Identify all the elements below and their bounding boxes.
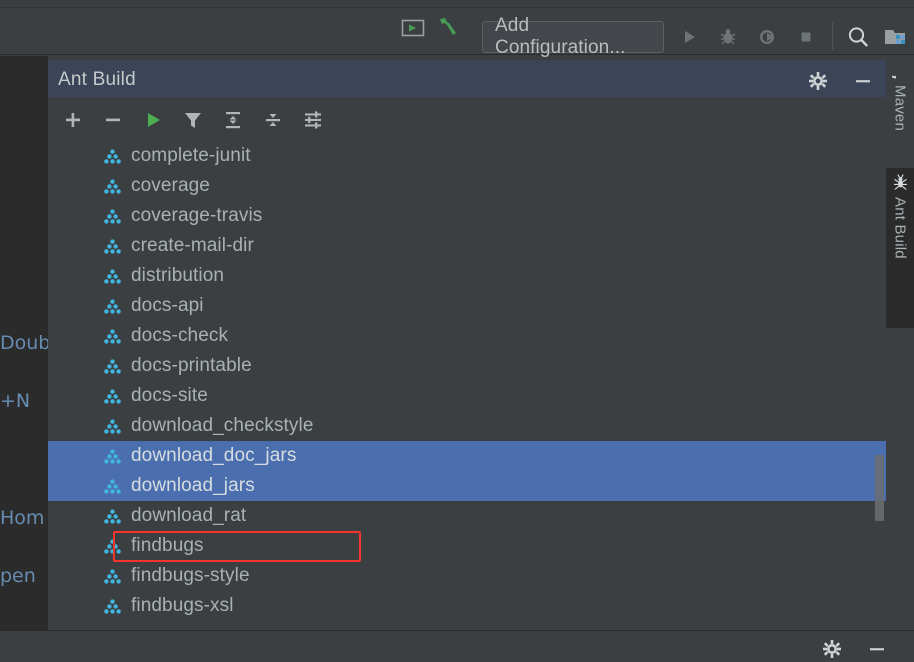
- editor-code-fragment: Hom: [0, 507, 45, 529]
- ant-target-icon: [104, 598, 121, 614]
- ant-target-icon: [104, 358, 121, 374]
- main-toolbar: Add Configuration...: [0, 0, 914, 58]
- ant-target-label: distribution: [131, 265, 225, 286]
- ant-target-icon: [104, 148, 121, 164]
- settings-gear-icon[interactable]: [805, 68, 831, 94]
- editor-code-fragment: Doub: [0, 332, 51, 354]
- maven-icon: m: [892, 75, 901, 79]
- bottom-status-icon-group: [819, 636, 890, 662]
- ant-target-label: complete-junit: [131, 145, 251, 166]
- ant-target-icon: [104, 238, 121, 254]
- hide-panel-icon[interactable]: [864, 636, 890, 662]
- ant-icon: [893, 174, 907, 190]
- ant-target-icon: [104, 568, 121, 584]
- toolbar-run-icon-group: [676, 21, 819, 53]
- editor-left-strip: Doub +N Hom pen: [0, 56, 51, 630]
- scrollbar-thumb[interactable]: [875, 455, 884, 521]
- build-file-properties-button[interactable]: [300, 107, 326, 133]
- add-build-file-button[interactable]: [60, 107, 86, 133]
- ant-target-label: docs-site: [131, 385, 208, 406]
- ant-target-icon: [104, 208, 121, 224]
- ant-target-label: findbugs-xsl: [131, 595, 234, 616]
- panel-title: Ant Build: [58, 69, 136, 90]
- remove-build-file-button[interactable]: [100, 107, 126, 133]
- ant-target-row[interactable]: docs-api: [48, 291, 886, 321]
- ant-target-icon: [104, 448, 121, 464]
- expand-all-button[interactable]: [220, 107, 246, 133]
- filter-targets-button[interactable]: [180, 107, 206, 133]
- ant-target-label: findbugs-style: [131, 565, 250, 586]
- debug-icon[interactable]: [715, 24, 741, 50]
- collapse-all-button[interactable]: [260, 107, 286, 133]
- svg-text:m: m: [892, 75, 901, 79]
- bottom-status-bar: [0, 630, 914, 662]
- toolbar-right-icon-group: [845, 21, 909, 53]
- ant-target-row[interactable]: download_rat: [48, 501, 886, 531]
- settings-gear-icon[interactable]: [819, 636, 845, 662]
- ant-target-label: create-mail-dir: [131, 235, 254, 256]
- ant-target-list[interactable]: complete-junit coverage coverage-travis cre…: [48, 141, 886, 630]
- panel-header-icon-group: [805, 68, 876, 94]
- hide-panel-icon[interactable]: [850, 68, 876, 94]
- ant-target-label: download_doc_jars: [131, 445, 297, 466]
- ant-target-row[interactable]: download_checkstyle: [48, 411, 886, 441]
- editor-code-fragment: pen: [0, 565, 36, 587]
- toolbar-top-divider: [0, 0, 914, 8]
- add-configuration-label: Add Configuration...: [495, 15, 626, 58]
- ant-target-icon: [104, 328, 121, 344]
- ant-target-row[interactable]: docs-check: [48, 321, 886, 351]
- ant-target-row[interactable]: coverage-travis: [48, 201, 886, 231]
- ant-target-row[interactable]: docs-site: [48, 381, 886, 411]
- ant-target-label: docs-printable: [131, 355, 252, 376]
- ant-target-row[interactable]: download_doc_jars: [48, 441, 886, 471]
- ide-window: Add Configuration... Doub +N Hom pen Ant…: [0, 0, 914, 662]
- target-list-scrollbar[interactable]: [872, 141, 886, 630]
- toolbar-left-icon-group: [400, 9, 462, 47]
- ant-build-toolbar: [48, 99, 886, 140]
- ant-target-icon: [104, 178, 121, 194]
- ant-target-label: coverage: [131, 175, 210, 196]
- build-hammer-icon[interactable]: [436, 15, 462, 41]
- run-icon[interactable]: [676, 24, 702, 50]
- ant-target-row[interactable]: coverage: [48, 171, 886, 201]
- tool-tab-ant-build-label: Ant Build: [891, 197, 909, 259]
- ant-target-row[interactable]: docs-printable: [48, 351, 886, 381]
- tool-tab-maven[interactable]: m Maven: [886, 56, 914, 166]
- ant-target-label: download_jars: [131, 475, 255, 496]
- ant-target-row[interactable]: findbugs: [48, 531, 886, 561]
- ant-target-label: download_checkstyle: [131, 415, 314, 436]
- ant-target-icon: [104, 478, 121, 494]
- project-structure-icon[interactable]: [883, 24, 909, 50]
- run-with-coverage-icon[interactable]: [754, 24, 780, 50]
- ant-target-label: docs-api: [131, 295, 204, 316]
- ant-target-icon: [104, 268, 121, 284]
- run-window-icon[interactable]: [400, 15, 426, 41]
- ant-build-tool-window: Ant Build complete-junit coverage covera…: [48, 60, 886, 630]
- toolbar-separator: [832, 22, 833, 50]
- ant-target-label: docs-check: [131, 325, 229, 346]
- run-target-button[interactable]: [140, 107, 166, 133]
- tool-tab-ant-build[interactable]: Ant Build: [886, 168, 914, 328]
- ant-target-icon: [104, 298, 121, 314]
- ant-target-icon: [104, 538, 121, 554]
- search-everywhere-icon[interactable]: [845, 24, 871, 50]
- ant-target-label: findbugs: [131, 535, 204, 556]
- ant-target-row[interactable]: download_jars: [48, 471, 886, 501]
- add-configuration-button[interactable]: Add Configuration...: [482, 15, 664, 58]
- stop-icon[interactable]: [793, 24, 819, 50]
- editor-code-fragment: +N: [0, 390, 31, 412]
- ant-target-icon: [104, 508, 121, 524]
- ant-target-row[interactable]: complete-junit: [48, 141, 886, 171]
- ant-target-row[interactable]: distribution: [48, 261, 886, 291]
- ant-target-icon: [104, 418, 121, 434]
- ant-build-panel-header[interactable]: Ant Build: [48, 60, 886, 98]
- ant-target-row[interactable]: findbugs-style: [48, 561, 886, 591]
- ant-target-row[interactable]: create-mail-dir: [48, 231, 886, 261]
- tool-tab-maven-label: Maven: [891, 85, 909, 132]
- ant-target-row[interactable]: findbugs-xsl: [48, 591, 886, 621]
- ant-target-label: download_rat: [131, 505, 247, 526]
- right-tool-strip: m Maven Ant Build: [886, 56, 914, 630]
- ant-target-icon: [104, 388, 121, 404]
- ant-target-label: coverage-travis: [131, 205, 263, 226]
